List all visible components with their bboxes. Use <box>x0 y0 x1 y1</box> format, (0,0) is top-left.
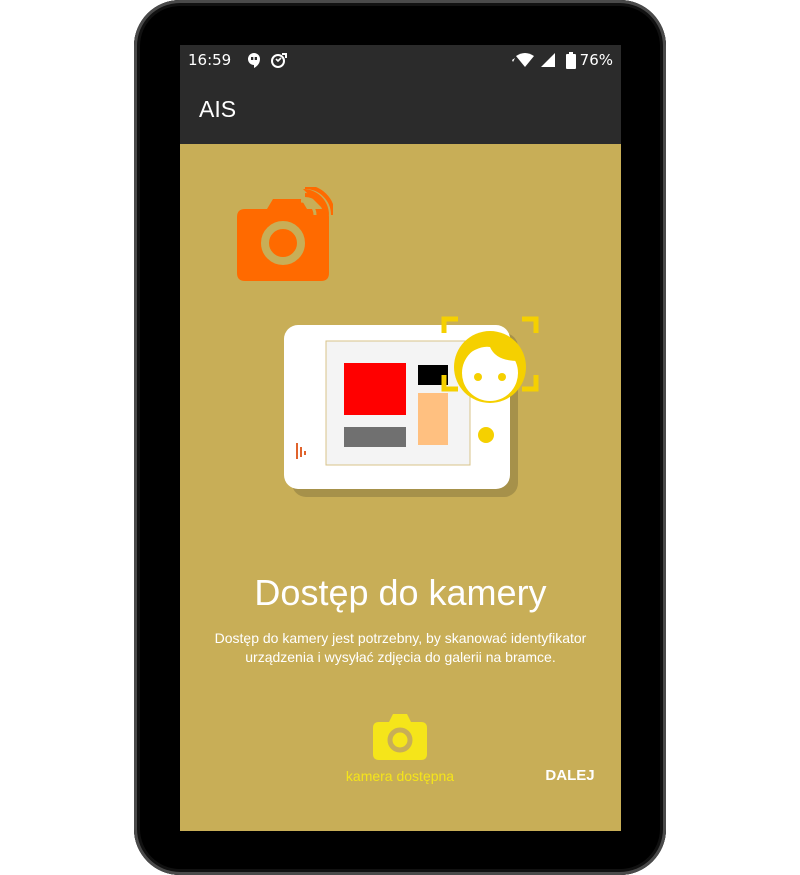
battery-percent: 76% <box>579 51 613 69</box>
status-time: 16:59 <box>188 51 232 69</box>
app-title: AIS <box>199 96 237 122</box>
sync-icon <box>269 52 289 74</box>
app-bar: AIS <box>180 76 621 144</box>
signal-icon <box>540 52 556 72</box>
device-face-scan-illustration <box>282 315 542 529</box>
next-button[interactable]: DALEJ <box>535 767 605 784</box>
camera-status-label: kamera dostępna <box>345 768 455 784</box>
headline: Dostęp do kamery <box>254 572 547 613</box>
status-bar: 16:59 76% <box>180 45 621 76</box>
camera-icon <box>373 712 427 764</box>
description: Dostęp do kamery jest potrzebny, by skan… <box>214 630 587 665</box>
hangouts-icon <box>246 52 262 73</box>
screen: 16:59 76% AIS Dostęp do kamery Dostęp do… <box>180 45 621 831</box>
wifi-icon <box>511 52 537 72</box>
camera-wifi-icon <box>237 185 335 287</box>
battery-icon <box>566 52 576 73</box>
